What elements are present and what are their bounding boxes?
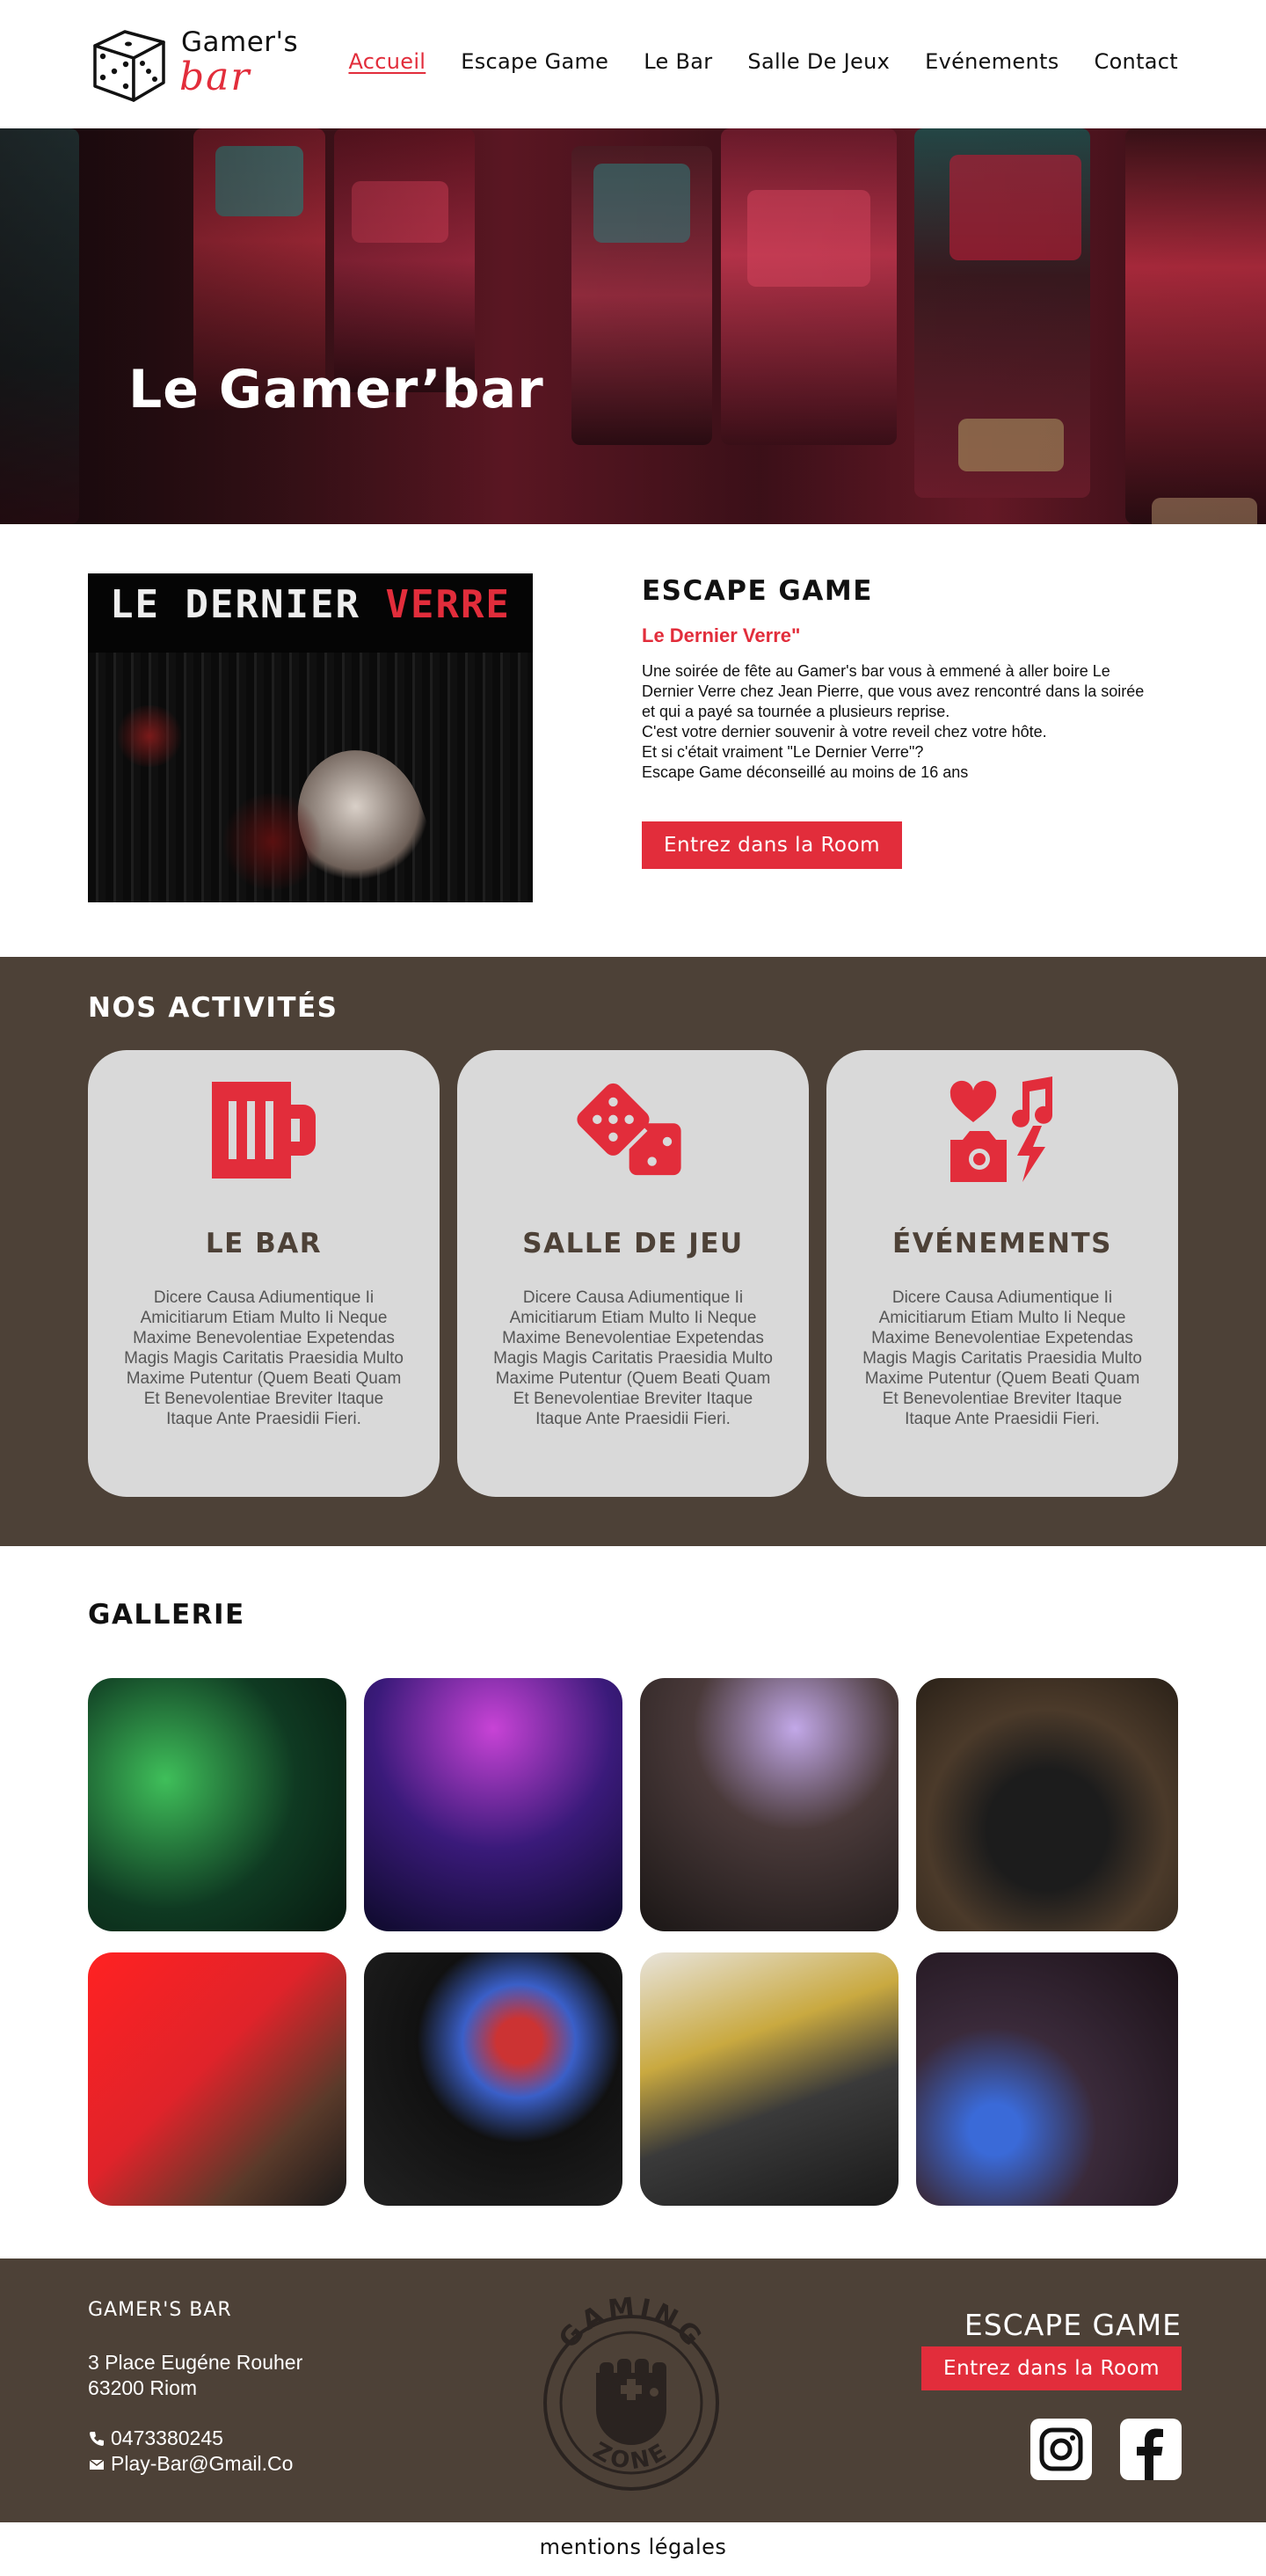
gallery-title: GALLERIE (88, 1599, 245, 1631)
site-header: Gamer's bar Accueil Escape Game Le Bar S… (0, 0, 1266, 128)
legal-mentions-link[interactable]: mentions légales (0, 2522, 1266, 2576)
card-title: LE BAR (205, 1228, 323, 1259)
hero-banner: Le Gamer’bar (0, 128, 1266, 524)
gallery-photo[interactable] (916, 1678, 1178, 1931)
gallery-photo[interactable] (640, 1678, 899, 1931)
footer-enter-room-button[interactable]: Entrez dans la Room (921, 2346, 1182, 2390)
activities-title: NOS ACTIVITÉS (88, 992, 338, 1024)
gaming-zone-logo-icon: GAMING ZONE (543, 2292, 719, 2491)
site-footer: GAMER'S BAR 3 Place Eugéne Rouher 63200 … (0, 2259, 1266, 2522)
escape-heading: ESCAPE GAME (642, 575, 873, 607)
address-line: 3 Place Eugéne Rouher (88, 2351, 303, 2374)
logo-line1: Gamer's (181, 26, 299, 58)
footer-escape-title: ESCAPE GAME (964, 2308, 1182, 2342)
gallery-section: GALLERIE (0, 1546, 1266, 2259)
beer-mug-icon (212, 1082, 316, 1179)
escape-desc-line: Une soirée de fête au Gamer's bar vous à… (642, 662, 1145, 720)
escape-game-poster: LE DERNIER VERRE (88, 573, 533, 902)
footer-address: 3 Place Eugéne Rouher 63200 Riom (88, 2350, 302, 2401)
envelope-icon (89, 2458, 105, 2470)
activity-card-evenements[interactable]: ÉVÉNEMENTS Dicere Causa Adiumentique Ii … (826, 1050, 1178, 1497)
facebook-link[interactable] (1120, 2419, 1182, 2480)
gallery-photo[interactable] (364, 1678, 622, 1931)
address-line: 63200 Riom (88, 2376, 198, 2399)
escape-game-info: ESCAPE GAME Le Dernier Verre" Une soirée… (642, 575, 1160, 783)
escape-subtitle: Le Dernier Verre" (642, 624, 801, 646)
hero-arcade-image (0, 128, 1266, 524)
activities-section: NOS ACTIVITÉS LE BAR Dicere Causa Adiume… (0, 957, 1266, 1546)
phone-number: 0473380245 (111, 2426, 223, 2449)
poster-title-part2: VERRE (385, 582, 511, 627)
escape-desc-line: Escape Game déconseillé au moins de 16 a… (642, 763, 969, 781)
events-icon (950, 1076, 1052, 1182)
logo-line2: bar (179, 55, 251, 99)
escape-description: Une soirée de fête au Gamer's bar vous à… (642, 661, 1160, 783)
poster-title-part1: LE DERNIER (110, 582, 360, 627)
activity-card-bar[interactable]: LE BAR Dicere Causa Adiumentique Ii Amic… (88, 1050, 440, 1497)
social-links (1030, 2419, 1182, 2480)
enter-room-button[interactable]: Entrez dans la Room (642, 821, 902, 869)
nav-salle-de-jeux[interactable]: Salle De Jeux (747, 49, 890, 74)
gallery-photo[interactable] (88, 1678, 346, 1931)
gallery-photo[interactable] (364, 1952, 622, 2206)
footer-email[interactable]: Play-Bar@Gmail.Co (88, 2451, 293, 2477)
main-nav: Accueil Escape Game Le Bar Salle De Jeux… (313, 49, 1178, 74)
card-text: Dicere Causa Adiumentique Ii Amicitiarum… (124, 1288, 404, 1428)
site-logo[interactable]: Gamer's bar (88, 23, 298, 104)
logo-wordmark: Gamer's bar (179, 26, 299, 99)
card-text: Dicere Causa Adiumentique Ii Amicitiarum… (493, 1288, 773, 1428)
nav-evenements[interactable]: Evénements (925, 49, 1059, 74)
nav-escape-game[interactable]: Escape Game (461, 49, 608, 74)
dice-logo-icon (93, 30, 165, 102)
email-address: Play-Bar@Gmail.Co (111, 2452, 294, 2475)
gallery-grid (88, 1678, 1178, 2206)
escape-game-section: LE DERNIER VERRE ESCAPE GAME Le Dernier … (0, 524, 1266, 957)
poster-title: LE DERNIER VERRE (88, 582, 533, 627)
footer-brand: GAMER'S BAR (88, 2299, 232, 2321)
dice-icon (577, 1083, 681, 1176)
nav-accueil[interactable]: Accueil (348, 49, 426, 74)
card-text: Dicere Causa Adiumentique Ii Amicitiarum… (862, 1288, 1142, 1428)
gallery-photo[interactable] (88, 1952, 346, 2206)
card-title: SALLE DE JEU (522, 1228, 744, 1259)
logo-text-top: GAMING (553, 2292, 706, 2354)
instagram-link[interactable] (1030, 2419, 1092, 2480)
gallery-photo[interactable] (916, 1952, 1178, 2206)
escape-desc-line: C'est votre dernier souvenir à votre rev… (642, 723, 1047, 741)
nav-le-bar[interactable]: Le Bar (644, 49, 712, 74)
svg-text:GAMING: GAMING (553, 2292, 709, 2354)
footer-phone[interactable]: 0473380245 (88, 2426, 293, 2451)
activity-cards: LE BAR Dicere Causa Adiumentique Ii Amic… (88, 1050, 1178, 1497)
card-title: ÉVÉNEMENTS (892, 1228, 1112, 1259)
gallery-photo[interactable] (640, 1952, 899, 2206)
nav-contact[interactable]: Contact (1095, 49, 1178, 74)
activity-card-salle-de-jeu[interactable]: SALLE DE JEU Dicere Causa Adiumentique I… (457, 1050, 809, 1497)
facebook-icon (1120, 2419, 1182, 2480)
footer-contact: 0473380245 Play-Bar@Gmail.Co (88, 2426, 293, 2477)
phone-icon (90, 2431, 104, 2446)
instagram-icon (1030, 2419, 1092, 2480)
hero-title: Le Gamer’bar (128, 359, 544, 420)
escape-desc-line: Et si c'était vraiment "Le Dernier Verre… (642, 743, 924, 761)
